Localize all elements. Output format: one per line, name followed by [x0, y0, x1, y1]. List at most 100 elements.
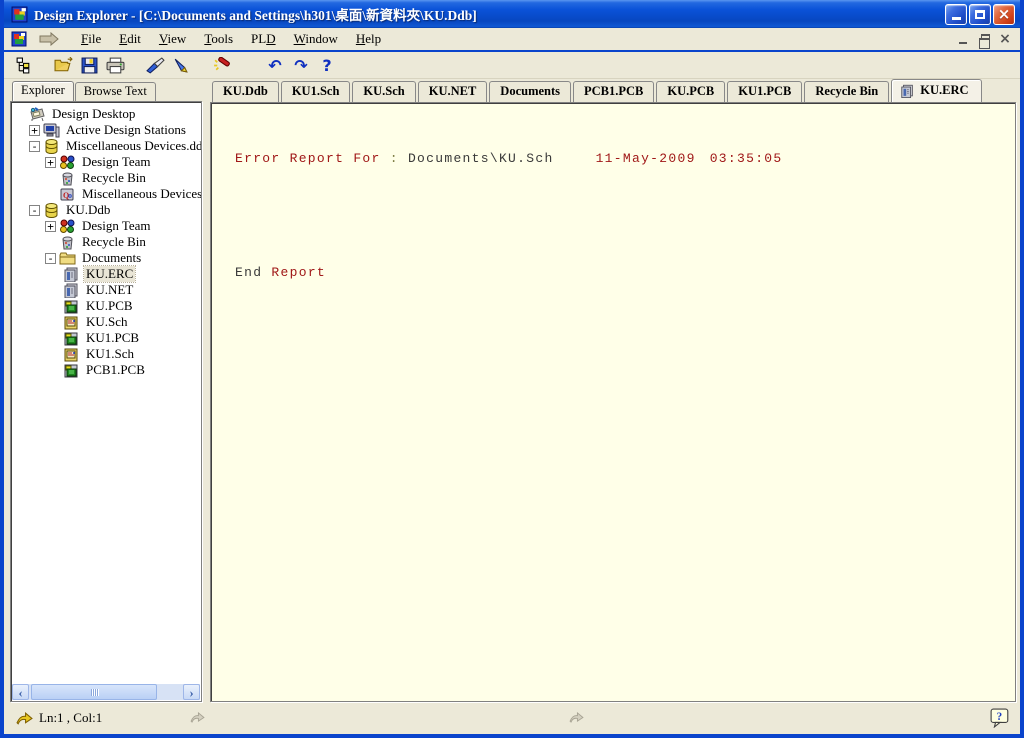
context-help-button[interactable]	[990, 708, 1010, 728]
menu-bar: File Edit View Tools PLD Window Help ×	[4, 28, 1020, 52]
mdi-restore-icon	[981, 34, 990, 42]
scroll-left-button[interactable]: ‹	[12, 684, 29, 700]
doc-tab-pcb1-pcb[interactable]: PCB1.PCB	[573, 81, 654, 102]
scroll-right-button[interactable]: ›	[183, 684, 200, 700]
tree-item-ku-pcb[interactable]: KU.PCB	[13, 298, 201, 314]
library-icon	[59, 187, 76, 202]
tree-item-documents[interactable]: - Documents	[13, 250, 201, 266]
menu-file[interactable]: File	[72, 29, 110, 49]
tree-item-design-team-2[interactable]: + Design Team	[13, 218, 201, 234]
draw-tool-button[interactable]	[168, 53, 194, 77]
scrollbar-thumb[interactable]	[31, 684, 157, 700]
erc-wand-button[interactable]	[208, 53, 234, 77]
menu-edit[interactable]: Edit	[110, 29, 150, 49]
printer-icon	[106, 57, 125, 74]
recycle-bin-icon	[59, 235, 76, 250]
doc-tab-recycle-bin[interactable]: Recycle Bin	[804, 81, 889, 102]
tab-browse-text[interactable]: Browse Text	[75, 82, 156, 101]
undo-button[interactable]: ↶	[262, 53, 288, 77]
tree-item-ku-ddb[interactable]: - KU.Ddb	[13, 202, 201, 218]
error-report-view[interactable]: Error Report For : Documents\KU.Sch11-Ma…	[210, 102, 1016, 702]
save-button[interactable]	[76, 53, 102, 77]
tree-item-miscellaneous-devices-ddb[interactable]: - Miscellaneous Devices.ddb	[13, 138, 201, 154]
schematic-document-icon	[63, 347, 80, 362]
tree-item-design-desktop[interactable]: Design Desktop	[13, 106, 201, 122]
redo-button[interactable]: ↷	[288, 53, 314, 77]
cut-tool-button[interactable]	[142, 53, 168, 77]
doc-tab-documents[interactable]: Documents	[489, 81, 571, 102]
doc-tab-ku1-pcb[interactable]: KU1.PCB	[727, 81, 802, 102]
document-tab-bar: KU.Ddb KU1.Sch KU.Sch KU.NET Documents P…	[210, 80, 1016, 102]
menu-help[interactable]: Help	[347, 29, 390, 49]
tree-item-miscellaneous-devices-lib[interactable]: Miscellaneous Devices.lib	[13, 186, 201, 202]
menu-pld[interactable]: PLD	[242, 29, 285, 49]
doc-tab-ku-erc[interactable]: KU.ERC	[891, 79, 981, 102]
minimize-button[interactable]	[945, 4, 967, 25]
knife-icon	[146, 57, 165, 74]
folder-icon	[59, 251, 76, 266]
doc-tab-ku-ddb[interactable]: KU.Ddb	[212, 81, 279, 102]
menu-drop-arrow-icon[interactable]	[38, 32, 60, 46]
menu-window[interactable]: Window	[285, 29, 347, 49]
help-icon: ?	[322, 56, 331, 75]
database-icon	[43, 139, 60, 154]
expand-plus-icon[interactable]: +	[29, 125, 40, 136]
report-file-path: Documents\KU.Sch	[408, 151, 554, 166]
maximize-button[interactable]	[969, 4, 991, 25]
help-button[interactable]: ?	[314, 53, 340, 77]
tree-horizontal-scrollbar[interactable]: ‹ ›	[12, 684, 200, 700]
scroll-left-icon: ‹	[18, 686, 22, 699]
expand-plus-icon[interactable]: +	[45, 221, 56, 232]
line-col-indicator: Ln:1 , Col:1	[39, 710, 102, 726]
scrollbar-track[interactable]	[29, 684, 183, 700]
report-document-icon	[900, 84, 915, 98]
tree-item-ku1-pcb[interactable]: KU1.PCB	[13, 330, 201, 346]
tree-item-design-team-1[interactable]: + Design Team	[13, 154, 201, 170]
expand-plus-icon[interactable]: +	[45, 157, 56, 168]
tree-item-active-design-stations[interactable]: + Active Design Stations	[13, 122, 201, 138]
pcb-document-icon	[63, 363, 80, 378]
floppy-save-icon	[81, 57, 98, 74]
open-document-button[interactable]	[50, 53, 76, 77]
netlist-document-icon	[63, 283, 80, 298]
print-button[interactable]	[102, 53, 128, 77]
collapse-minus-icon[interactable]: -	[29, 141, 40, 152]
collapse-minus-icon[interactable]: -	[29, 205, 40, 216]
collapse-minus-icon[interactable]: -	[45, 253, 56, 264]
recycle-bin-icon	[59, 171, 76, 186]
status-divider-arrow-icon	[190, 712, 205, 723]
app-icon[interactable]	[10, 31, 28, 47]
tree-item-recycle-bin-1[interactable]: Recycle Bin	[13, 170, 201, 186]
doc-tab-ku-net[interactable]: KU.NET	[418, 81, 488, 102]
design-team-icon	[59, 219, 76, 234]
menu-view[interactable]: View	[150, 29, 195, 49]
explorer-tab-bar: Explorer Browse Text	[10, 80, 202, 101]
window-title: Design Explorer - [C:\Documents and Sett…	[34, 4, 945, 24]
close-button[interactable]: ×	[993, 4, 1015, 25]
doc-tab-ku1-sch[interactable]: KU1.Sch	[281, 81, 351, 102]
doc-tab-ku-sch[interactable]: KU.Sch	[352, 81, 415, 102]
mdi-restore-button[interactable]	[975, 31, 993, 47]
mdi-minimize-button[interactable]	[954, 31, 972, 47]
doc-tab-ku-pcb[interactable]: KU.PCB	[656, 81, 725, 102]
close-icon: ×	[998, 7, 1011, 22]
workspace: Explorer Browse Text Design Desktop + Ac…	[4, 79, 1020, 706]
mdi-minimize-icon	[959, 42, 967, 44]
tree-item-ku1-sch[interactable]: KU1.Sch	[13, 346, 201, 362]
magic-wand-icon	[212, 57, 231, 74]
menu-tools[interactable]: Tools	[195, 29, 242, 49]
design-tree: Design Desktop + Active Design Stations …	[10, 101, 202, 702]
tree-item-recycle-bin-2[interactable]: Recycle Bin	[13, 234, 201, 250]
app-logo-icon	[10, 6, 29, 23]
tree-item-ku-net[interactable]: KU.NET	[13, 282, 201, 298]
tree-item-ku-sch[interactable]: KU.Sch	[13, 314, 201, 330]
tree-item-ku-erc[interactable]: KU.ERC	[13, 266, 201, 282]
pcb-document-icon	[63, 299, 80, 314]
schematic-document-icon	[63, 315, 80, 330]
mdi-close-button[interactable]: ×	[996, 31, 1014, 47]
tree-item-pcb1-pcb[interactable]: PCB1.PCB	[13, 362, 201, 378]
explorer-panel: Explorer Browse Text Design Desktop + Ac…	[10, 80, 202, 702]
design-desktop-icon	[29, 107, 46, 122]
tab-explorer[interactable]: Explorer	[12, 81, 74, 101]
explorer-toggle-button[interactable]	[10, 53, 36, 77]
